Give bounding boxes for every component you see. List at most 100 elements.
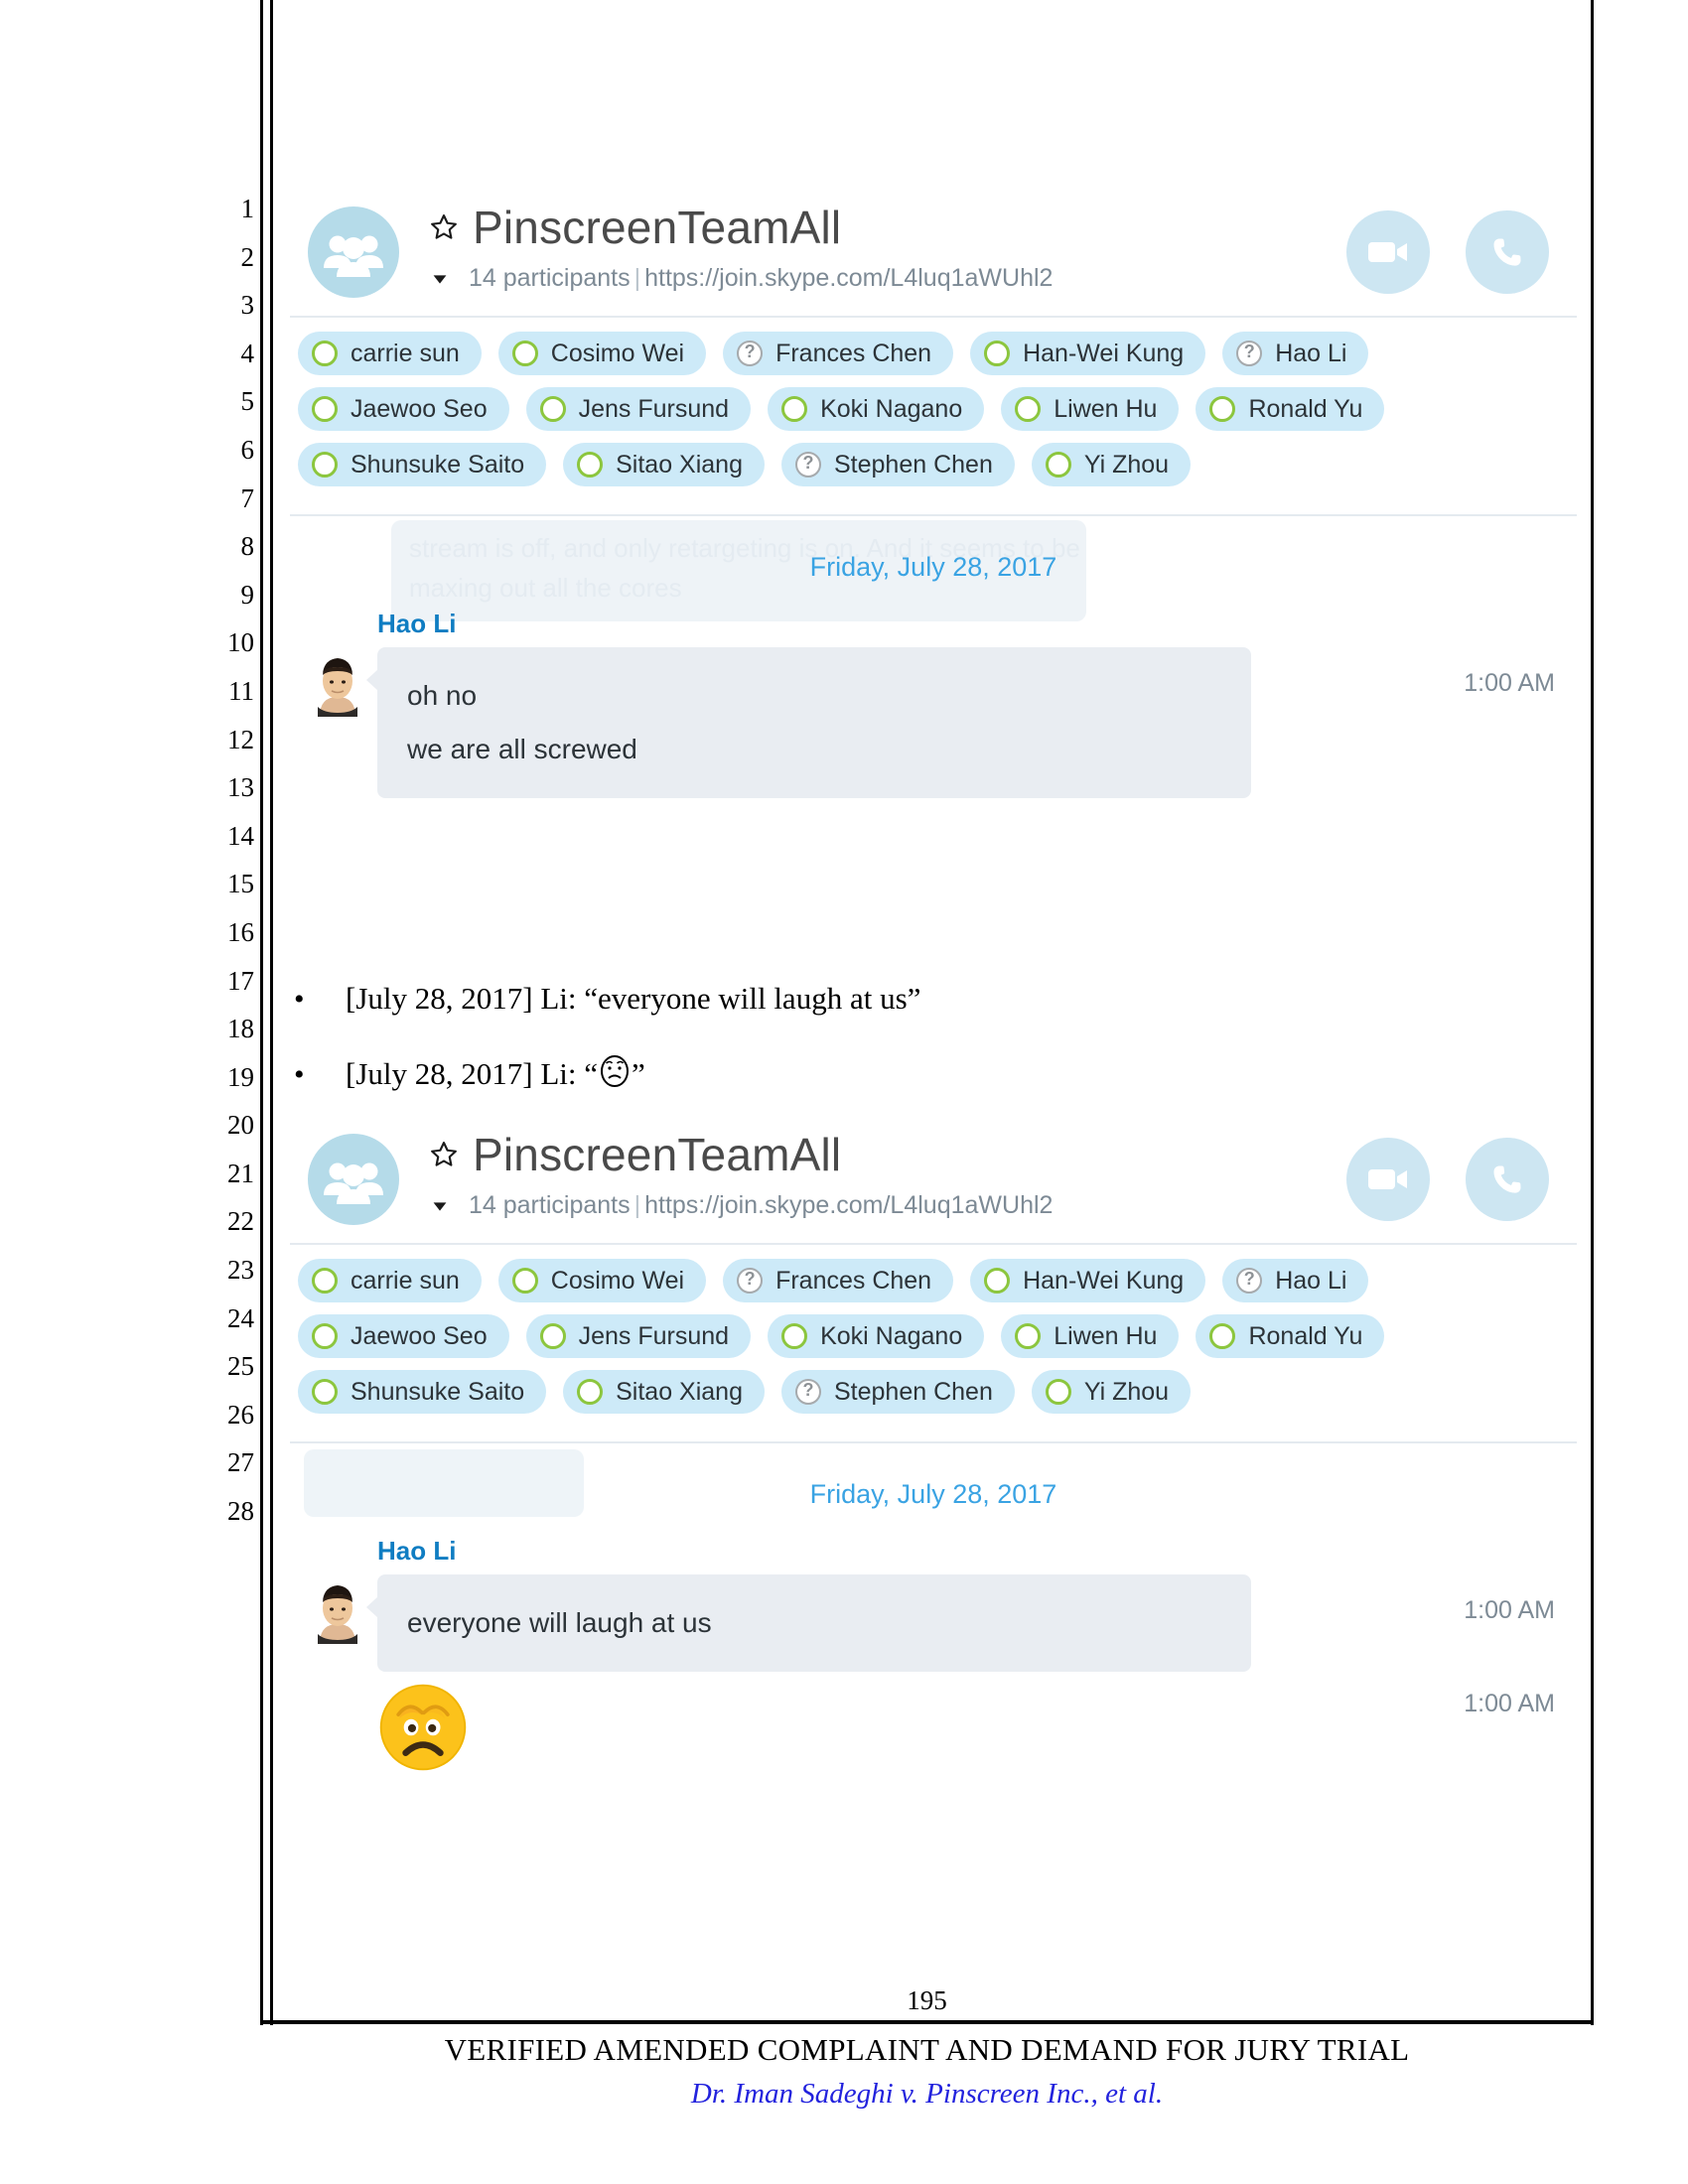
join-url[interactable]: https://join.skype.com/L4luq1aWUhl2 bbox=[644, 264, 1053, 292]
line-number: 10 bbox=[227, 627, 254, 658]
star-icon[interactable] bbox=[429, 212, 459, 242]
participant-name: Liwen Hu bbox=[1054, 1321, 1158, 1350]
participant-name: Sitao Xiang bbox=[616, 450, 743, 478]
status-online-icon bbox=[984, 341, 1011, 366]
conversation-title-row: PinscreenTeamAll bbox=[429, 1128, 841, 1181]
participant-chip[interactable]: Liwen Hu bbox=[1001, 1314, 1180, 1358]
participant-chip[interactable]: Koki Nagano bbox=[768, 1314, 985, 1358]
line-number: 14 bbox=[227, 820, 254, 851]
participant-chip[interactable]: Shunsuke Saito bbox=[298, 443, 547, 486]
conversation-subtitle-row: 14 participants | https://join.skype.com/L… bbox=[429, 264, 1053, 293]
status-unknown-icon bbox=[795, 1378, 821, 1405]
page-number: 195 bbox=[907, 1985, 947, 2015]
line-number: 16 bbox=[227, 916, 254, 947]
line-number: 4 bbox=[240, 338, 255, 368]
line-number: 11 bbox=[228, 675, 254, 706]
participant-chip[interactable]: Liwen Hu bbox=[1001, 387, 1180, 431]
status-online-icon bbox=[539, 1323, 566, 1349]
participant-chip[interactable]: Koki Nagano bbox=[768, 387, 985, 431]
header-action-buttons bbox=[1346, 210, 1549, 294]
participant-chip[interactable]: Sitao Xiang bbox=[563, 1370, 765, 1414]
line-number: 19 bbox=[227, 1061, 254, 1092]
margin-rule-right bbox=[1591, 0, 1594, 2025]
header-action-buttons bbox=[1346, 1138, 1549, 1221]
status-online-icon bbox=[511, 1268, 538, 1294]
audio-call-button[interactable] bbox=[1466, 210, 1549, 294]
participant-name: Liwen Hu bbox=[1054, 394, 1158, 423]
status-unknown-icon bbox=[1236, 1267, 1263, 1294]
skype-header-1: PinscreenTeamAll 14 participants | https:/… bbox=[282, 189, 1585, 316]
line-number: 3 bbox=[240, 290, 255, 321]
participant-chip[interactable]: Frances Chen bbox=[723, 1259, 954, 1302]
status-online-icon bbox=[781, 396, 808, 422]
message-group-2: Hao Li everyone will laugh at us 1:00 AM… bbox=[290, 1526, 1577, 1777]
participant-name: Ronald Yu bbox=[1248, 394, 1363, 423]
participant-chip[interactable]: Stephen Chen bbox=[781, 1370, 1015, 1414]
participant-name: Jens Fursund bbox=[578, 1321, 730, 1350]
participant-chip[interactable]: Jens Fursund bbox=[525, 387, 752, 431]
participant-chip[interactable]: Han-Wei Kung bbox=[970, 1259, 1206, 1302]
participant-chip[interactable]: Yi Zhou bbox=[1031, 1370, 1192, 1414]
line-number: 25 bbox=[227, 1351, 254, 1382]
status-online-icon bbox=[312, 1323, 338, 1349]
message-row: oh no we are all screwed 1:00 AM bbox=[290, 647, 1577, 798]
participant-chip[interactable]: Sitao Xiang bbox=[563, 443, 765, 486]
participant-name: Jaewoo Seo bbox=[351, 1321, 488, 1350]
participant-chip[interactable]: Cosimo Wei bbox=[497, 332, 707, 375]
participant-chip-row: carrie sun Cosimo Wei Frances Chen Han-Wei … bbox=[290, 332, 1577, 375]
participant-chip[interactable]: Ronald Yu bbox=[1196, 1314, 1385, 1358]
status-unknown-icon bbox=[795, 451, 821, 478]
video-call-button[interactable] bbox=[1346, 210, 1430, 294]
video-camera-icon bbox=[1368, 1169, 1407, 1189]
status-online-icon bbox=[1015, 1323, 1042, 1349]
participant-chip[interactable]: Hao Li bbox=[1222, 1259, 1369, 1302]
worried-face-emoji bbox=[379, 1684, 467, 1771]
line-number: 13 bbox=[227, 772, 254, 803]
participant-name: Shunsuke Saito bbox=[351, 450, 525, 478]
chevron-down-icon[interactable] bbox=[429, 1195, 451, 1217]
status-unknown-icon bbox=[1236, 340, 1263, 366]
user-photo-avatar bbox=[312, 1578, 363, 1644]
message-timestamp: 1:00 AM bbox=[1464, 1596, 1555, 1624]
participant-chip[interactable]: Jens Fursund bbox=[525, 1314, 752, 1358]
line-number: 20 bbox=[227, 1110, 254, 1141]
participant-name: Koki Nagano bbox=[820, 394, 963, 423]
emoji-message-row: 1:00 AM bbox=[377, 1672, 1577, 1777]
participant-chip[interactable]: carrie sun bbox=[298, 1259, 482, 1302]
participant-name: Han-Wei Kung bbox=[1023, 1266, 1185, 1295]
status-online-icon bbox=[312, 452, 338, 478]
participant-chip[interactable]: Jaewoo Seo bbox=[298, 387, 509, 431]
line-number: 15 bbox=[227, 869, 254, 899]
participant-chip-list-2: carrie sun Cosimo Wei Frances Chen Han-Wei … bbox=[282, 1245, 1585, 1428]
line-number: 26 bbox=[227, 1399, 254, 1430]
line-number: 18 bbox=[227, 1014, 254, 1044]
star-icon[interactable] bbox=[429, 1140, 459, 1169]
line-number: 9 bbox=[240, 579, 255, 610]
participant-chip[interactable]: Jaewoo Seo bbox=[298, 1314, 509, 1358]
participant-chip[interactable]: Shunsuke Saito bbox=[298, 1370, 547, 1414]
participant-chip[interactable]: Cosimo Wei bbox=[497, 1259, 707, 1302]
status-online-icon bbox=[312, 341, 338, 366]
participant-chip[interactable]: Frances Chen bbox=[723, 332, 954, 375]
participant-chip-list-1: carrie sun Cosimo Wei Frances Chen Han-Wei … bbox=[282, 318, 1585, 500]
audio-call-button[interactable] bbox=[1466, 1138, 1549, 1221]
video-call-button[interactable] bbox=[1346, 1138, 1430, 1221]
participant-name: Stephen Chen bbox=[834, 450, 993, 478]
participant-name: Koki Nagano bbox=[820, 1321, 963, 1350]
participant-name: Hao Li bbox=[1275, 1266, 1347, 1295]
participant-chip[interactable]: Hao Li bbox=[1222, 332, 1369, 375]
participant-chip[interactable]: Yi Zhou bbox=[1031, 443, 1192, 486]
participant-chip[interactable]: carrie sun bbox=[298, 332, 482, 375]
list-item: • [July 28, 2017] Li: “ ” bbox=[282, 1054, 1585, 1092]
join-url[interactable]: https://join.skype.com/L4luq1aWUhl2 bbox=[644, 1191, 1053, 1219]
chevron-down-icon[interactable] bbox=[429, 268, 451, 290]
participant-chip[interactable]: Stephen Chen bbox=[781, 443, 1015, 486]
participant-chip-row: carrie sun Cosimo Wei Frances Chen Han-Wei … bbox=[290, 1259, 1577, 1302]
pleading-page: 1 2 3 4 5 6 7 8 9 10 11 12 13 14 15 16 17 18 19 20 21 22 23 24 2… bbox=[0, 0, 1688, 2184]
status-online-icon bbox=[984, 1268, 1011, 1294]
line-number: 5 bbox=[240, 386, 255, 417]
participant-chip[interactable]: Ronald Yu bbox=[1196, 387, 1385, 431]
participant-chip[interactable]: Han-Wei Kung bbox=[970, 332, 1206, 375]
line-number: 23 bbox=[227, 1255, 254, 1286]
emoji-timestamp: 1:00 AM bbox=[1464, 1690, 1555, 1717]
